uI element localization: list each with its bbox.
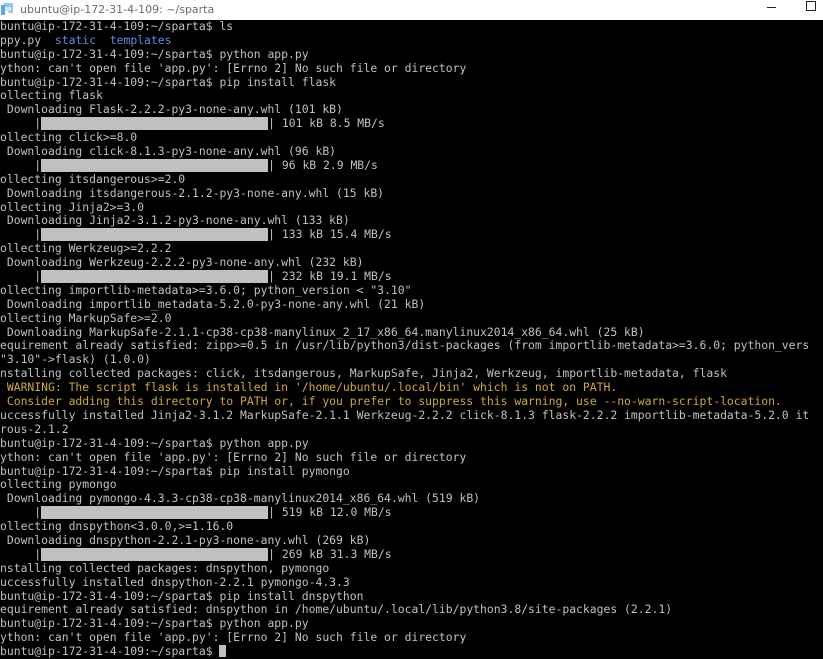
terminal-line: WARNING: The script flask is installed i… <box>0 381 618 395</box>
maximize-icon[interactable] <box>782 0 823 20</box>
directory-entry: static <box>54 33 97 47</box>
terminal-line: Downloading Werkzeug-2.2.2-py3-none-any.… <box>0 256 364 270</box>
terminal-line: nstalling collected packages: dnspython,… <box>0 561 330 575</box>
terminal-line: rous-2.1.2 <box>0 422 69 436</box>
progress-prefix: | <box>0 270 42 284</box>
terminal-line: Downloading Flask-2.2.2-py3-none-any.whl… <box>0 103 343 117</box>
terminal-line: | | 269 kB 31.3 MB/s <box>0 547 823 562</box>
terminal-line: ollecting MarkupSafe>=2.0 <box>0 311 172 325</box>
terminal-line: Downloading click-8.1.3-py3-none-any.whl… <box>0 145 337 159</box>
file-entry <box>96 34 110 47</box>
terminal-line: buntu@ip-172-31-4-109:~/sparta$ pip inst… <box>0 589 364 603</box>
terminal-line: nstalling collected packages: click, its… <box>0 367 727 381</box>
terminal-line: ython: can't open file 'app.py': [Errno … <box>0 450 467 464</box>
terminal-line: Downloading itsdangerous-2.1.2-py3-none-… <box>0 186 385 200</box>
title-bar[interactable]: ubuntu@ip-172-31-4-109: ~/sparta <box>0 0 823 20</box>
terminal-line: ollecting click>=8.0 <box>0 131 138 145</box>
terminal-line: | | 101 kB 8.5 MB/s <box>0 117 823 131</box>
terminal-line: buntu@ip-172-31-4-109:~/sparta$ python a… <box>0 47 309 61</box>
progress-bar <box>41 117 269 131</box>
terminal-app-icon <box>1 3 13 15</box>
progress-prefix: | <box>0 547 42 561</box>
progress-prefix: | <box>0 228 42 242</box>
progress-stats: | 519 kB 12.0 MB/s <box>268 506 392 520</box>
terminal-line: Downloading Jinja2-3.1.2-py3-none-any.wh… <box>0 214 350 228</box>
progress-stats: | 133 kB 15.4 MB/s <box>268 228 392 242</box>
progress-bar <box>41 228 269 242</box>
progress-bar <box>41 506 269 520</box>
terminal-line: ollecting Werkzeug>=2.2.2 <box>0 242 172 256</box>
terminal-line: ollecting itsdangerous>=2.0 <box>0 172 186 186</box>
terminal-line: | | 232 kB 19.1 MB/s <box>0 270 823 284</box>
terminal-line: ython: can't open file 'app.py': [Errno … <box>0 631 467 645</box>
progress-stats: | 269 kB 31.3 MB/s <box>268 547 392 561</box>
terminal-line: ollecting dnspython<3.0.0,>=1.16.0 <box>0 520 234 534</box>
text-cursor[interactable] <box>219 645 227 658</box>
terminal-line: ppy.py static templates <box>0 34 823 48</box>
window-title: ubuntu@ip-172-31-4-109: ~/sparta <box>20 3 215 16</box>
terminal-line: ollecting pymongo <box>0 478 117 492</box>
terminal-line: Consider adding this directory to PATH o… <box>0 395 782 409</box>
terminal-line: Downloading importlib_metadata-5.2.0-py3… <box>0 297 426 311</box>
terminal-line: equirement already satisfied: dnspython … <box>0 603 673 617</box>
terminal-line: | | 96 kB 2.9 MB/s <box>0 158 823 173</box>
terminal-line: uccessfully installed dnspython-2.2.1 py… <box>0 575 350 589</box>
terminal-line: Downloading pymongo-4.3.3-cp38-cp38-many… <box>0 492 481 506</box>
terminal-line: buntu@ip-172-31-4-109:~/sparta$ <box>0 645 823 659</box>
directory-entry: templates <box>109 33 172 47</box>
progress-stats: | 101 kB 8.5 MB/s <box>268 117 385 131</box>
file-entry <box>41 34 55 47</box>
progress-stats: | 232 kB 19.1 MB/s <box>268 270 392 284</box>
terminal-line: uccessfully installed Jinja2-3.1.2 Marku… <box>0 408 810 422</box>
terminal-output[interactable]: buntu@ip-172-31-4-109:~/sparta$ ls ppy.py… <box>0 20 823 659</box>
terminal-line: ollecting Jinja2>=3.0 <box>0 200 145 214</box>
progress-bar <box>41 270 269 284</box>
terminal-line: buntu@ip-172-31-4-109:~/sparta$ python a… <box>0 617 309 631</box>
terminal-line: | | 519 kB 12.0 MB/s <box>0 506 823 520</box>
progress-prefix: | <box>0 506 42 520</box>
terminal-line: equirement already satisfied: zipp>=0.5 … <box>0 339 810 353</box>
terminal-line: ollecting flask <box>0 89 103 103</box>
minimize-icon[interactable] <box>727 0 776 20</box>
progress-bar <box>41 547 269 561</box>
terminal-line: ollecting importlib-metadata>=3.6.0; pyt… <box>0 283 412 297</box>
progress-prefix: | <box>0 117 42 131</box>
progress-stats: | 96 kB 2.9 MB/s <box>268 158 378 172</box>
terminal-line: buntu@ip-172-31-4-109:~/sparta$ ls <box>0 20 234 33</box>
progress-prefix: | <box>0 158 42 172</box>
file-entry: ppy.py <box>0 33 42 47</box>
terminal-line: | | 133 kB 15.4 MB/s <box>0 228 823 242</box>
terminal-line: buntu@ip-172-31-4-109:~/sparta$ python a… <box>0 436 309 450</box>
terminal-line: Downloading MarkupSafe-2.1.1-cp38-cp38-m… <box>0 325 645 339</box>
progress-bar <box>41 158 269 172</box>
terminal-line: ython: can't open file 'app.py': [Errno … <box>0 61 467 75</box>
terminal-line: buntu@ip-172-31-4-109:~/sparta$ pip inst… <box>0 464 350 478</box>
terminal-line: Downloading dnspython-2.2.1-py3-none-any… <box>0 533 371 547</box>
shell-prompt: buntu@ip-172-31-4-109:~/sparta$ <box>0 645 220 659</box>
terminal-line: "3.10"->flask) (1.0.0) <box>0 353 151 367</box>
terminal-line: buntu@ip-172-31-4-109:~/sparta$ pip inst… <box>0 75 337 89</box>
